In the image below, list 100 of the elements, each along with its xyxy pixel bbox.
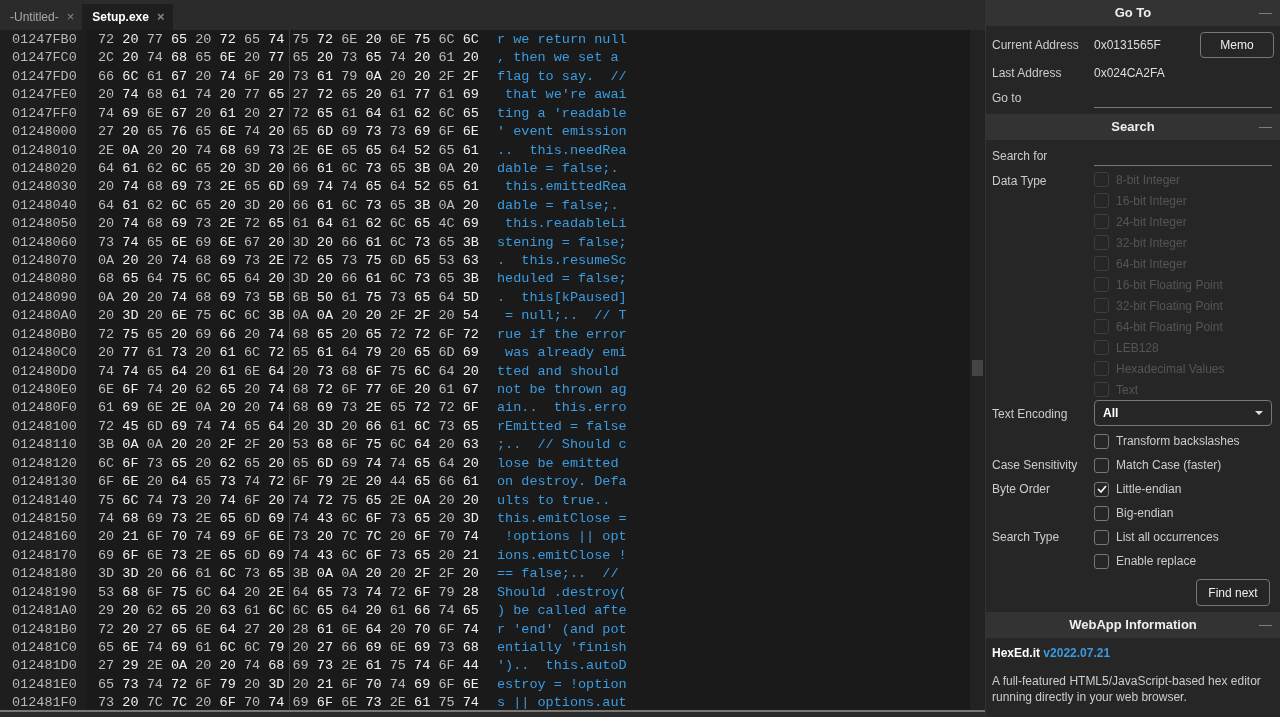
address-value: 0x0131565F: [1094, 37, 1162, 54]
address-offset: 01248090: [12, 289, 77, 305]
ascii-text: this.readableLi: [504, 216, 627, 232]
address-offset: 012480B0: [12, 326, 77, 342]
ascii-text: rue if the error: [497, 326, 627, 342]
address-offset: 01248050: [12, 216, 77, 232]
address-offset: 012480A0: [12, 308, 77, 324]
vertical-scrollbar[interactable]: [970, 30, 985, 710]
scrollbar-thumb[interactable]: [972, 360, 983, 376]
address-offset: 012480C0: [12, 345, 77, 361]
hex-bytes: 65 73 74 72 6F 79 20 3D 20 21 6F 70 74 69 6F 6E: [98, 676, 479, 692]
hex-bytes: 74 69 6E 67 20 61 20 27 72 65 61 64 61 62 6C 65: [98, 105, 479, 121]
ascii-text: tted and should: [497, 363, 620, 379]
hex-bytes: 61 69 6E 2E 0A 20 20 74 68 69 73 2E 65 72 72 6F: [98, 400, 479, 416]
address-offset: 01247FB0: [12, 32, 77, 47]
field-label: Data Type: [992, 174, 1047, 188]
address-offset: 012481A0: [12, 603, 77, 619]
ascii-text: Should .destroy(: [497, 584, 627, 600]
ascii-text: r we return null: [497, 32, 627, 47]
ascii-text: ) be called afte: [497, 603, 627, 619]
address-offset: 012480D0: [12, 363, 77, 379]
version-link[interactable]: v2022.07.21: [1043, 646, 1111, 660]
hex-bytes: 2C 20 74 68 65 6E 20 77 65 20 73 65 74 20 61 20: [98, 50, 479, 66]
address-offset: 01248150: [12, 510, 77, 526]
address-offset: 01247FC0: [12, 50, 77, 66]
hex-bytes: 72 75 65 20 69 66 20 74 68 65 20 65 72 72 6F 72: [98, 326, 479, 342]
ascii-text: . this[kPaused]: [497, 289, 627, 305]
file-tab[interactable]: Setup.exe ×: [82, 4, 173, 30]
hex-bytes: 72 20 27 65 6E 64 27 20 28 61 6E 64 20 70 6F 74: [98, 621, 479, 637]
address-offset: 01248070: [12, 253, 77, 269]
ascii-text: ting a 'readable: [497, 105, 627, 121]
field-label: Case Sensitivity: [992, 458, 1078, 472]
checkbox-label[interactable]: Little-endian: [1116, 480, 1182, 498]
caret-icon: [1255, 411, 1263, 415]
hex-bytes: 69 6F 6E 73 2E 65 6D 69 74 43 6C 6F 73 65 20 21: [98, 547, 479, 563]
ascii-text: ').. this.autoD: [497, 658, 627, 674]
address-offset: 01248010: [12, 142, 77, 158]
field-label: Byte Order: [992, 482, 1051, 496]
field-label: Current Address: [992, 37, 1080, 54]
close-icon[interactable]: ×: [157, 7, 165, 27]
ascii-text: estroy = !option: [497, 676, 627, 692]
encoding-select[interactable]: All: [1094, 400, 1272, 426]
field-label: Last Address: [992, 65, 1063, 82]
address-offset: 01248170: [12, 547, 77, 563]
ascii-text: lose be emitted: [497, 455, 620, 471]
ascii-text: not be thrown ag: [497, 382, 627, 397]
hex-bytes: 66 6C 61 67 20 74 6F 20 73 61 79 0A 20 20 2F 2F: [98, 68, 479, 84]
checkbox-label[interactable]: Match Case (faster): [1116, 456, 1222, 474]
checkbox[interactable]: [1094, 433, 1109, 449]
ascii-text: ' event emission: [497, 124, 627, 140]
ascii-text: ults to true..: [497, 492, 612, 508]
hex-bytes: 64 61 62 6C 65 20 3D 20 66 61 6C 73 65 3B 0A 20: [98, 160, 479, 176]
checkbox[interactable]: [1094, 457, 1109, 473]
address-offset: 01247FE0: [12, 87, 77, 103]
hex-bytes: 20 21 6F 70 74 69 6F 6E 73 20 7C 7C 20 6F 70 74: [98, 529, 479, 545]
hex-bytes: 72 20 77 65 20 72 65 74 75 72 6E 20 6E 75 6C 6C: [98, 32, 479, 47]
horizontal-scrollbar[interactable]: [0, 710, 985, 717]
checkbox[interactable]: [1094, 529, 1109, 545]
hex-bytes: 74 74 65 64 20 61 6E 64 20 73 68 6F 75 6C 64 20: [98, 363, 479, 379]
hex-bytes: 0A 20 20 74 68 69 73 2E 72 65 73 75 6D 65 53 63: [98, 253, 479, 269]
hex-bytes: 20 74 68 69 73 2E 72 65 61 64 61 62 6C 65 4C 69: [98, 216, 479, 232]
checkbox-label[interactable]: Transform backslashes: [1116, 432, 1240, 450]
ascii-text: flag to say. //: [497, 68, 627, 84]
ascii-text: .. this.needRea: [497, 142, 627, 158]
ascii-text: this.emitClose =: [497, 510, 627, 526]
hex-bytes: 74 68 69 73 2E 65 6D 69 74 43 6C 6F 73 65 20 3D: [98, 510, 479, 526]
field-label: Search Type: [992, 530, 1060, 544]
hex-bytes: 73 20 7C 7C 20 6F 70 74 69 6F 6E 73 2E 61 75 74: [98, 695, 479, 711]
collapse-icon[interactable]: —: [1259, 615, 1272, 635]
hex-bytes: 53 68 6F 75 6C 64 20 2E 64 65 73 74 72 6F 79 28: [98, 584, 479, 600]
checkbox[interactable]: [1094, 481, 1109, 497]
hex-bytes: 27 20 65 76 65 6E 74 20 65 6D 69 73 73 69 6F 6E: [98, 124, 479, 140]
hex-bytes: 75 6C 74 73 20 74 6F 20 74 72 75 65 2E 0A 20 20: [98, 492, 479, 508]
collapse-icon[interactable]: —: [1259, 117, 1272, 137]
ascii-text: . this.resumeSc: [497, 253, 627, 269]
ascii-text: was already emi: [504, 345, 627, 361]
address-offset: 01248190: [12, 584, 77, 600]
hex-bytes: 6F 6E 20 64 65 73 74 72 6F 79 2E 20 44 65 66 61: [98, 474, 479, 490]
section-title: Search: [1111, 118, 1155, 137]
ascii-text: ;.. // Should c: [497, 437, 627, 453]
checkbox[interactable]: [1094, 505, 1109, 521]
memo-button[interactable]: Memo: [1200, 32, 1274, 58]
checkbox-label[interactable]: List all occurrences: [1116, 528, 1219, 546]
checkbox[interactable]: [1094, 553, 1109, 569]
ascii-text: heduled = false;: [497, 271, 627, 287]
find-next-button[interactable]: Find next: [1196, 579, 1270, 606]
checkbox-label[interactable]: Enable replace: [1116, 552, 1197, 570]
collapse-icon[interactable]: —: [1259, 3, 1272, 23]
checkbox-label[interactable]: Big-endian: [1116, 504, 1174, 522]
address-offset: 01248140: [12, 492, 77, 508]
close-icon[interactable]: ×: [66, 7, 75, 27]
address-offset: 01248030: [12, 179, 77, 195]
ascii-text: s || options.aut: [497, 695, 627, 711]
address-offset: 01248100: [12, 418, 77, 434]
hex-bytes: 73 74 65 6E 69 6E 67 20 3D 20 66 61 6C 73 65 3B: [98, 234, 479, 250]
hex-bytes: 6C 6F 73 65 20 62 65 20 65 6D 69 74 74 65 64 20: [98, 455, 479, 471]
address-offset: 01248040: [12, 197, 77, 213]
address-offset: 01248000: [12, 124, 77, 140]
address-offset: 01248060: [12, 234, 77, 250]
ascii-text: stening = false;: [497, 234, 627, 250]
